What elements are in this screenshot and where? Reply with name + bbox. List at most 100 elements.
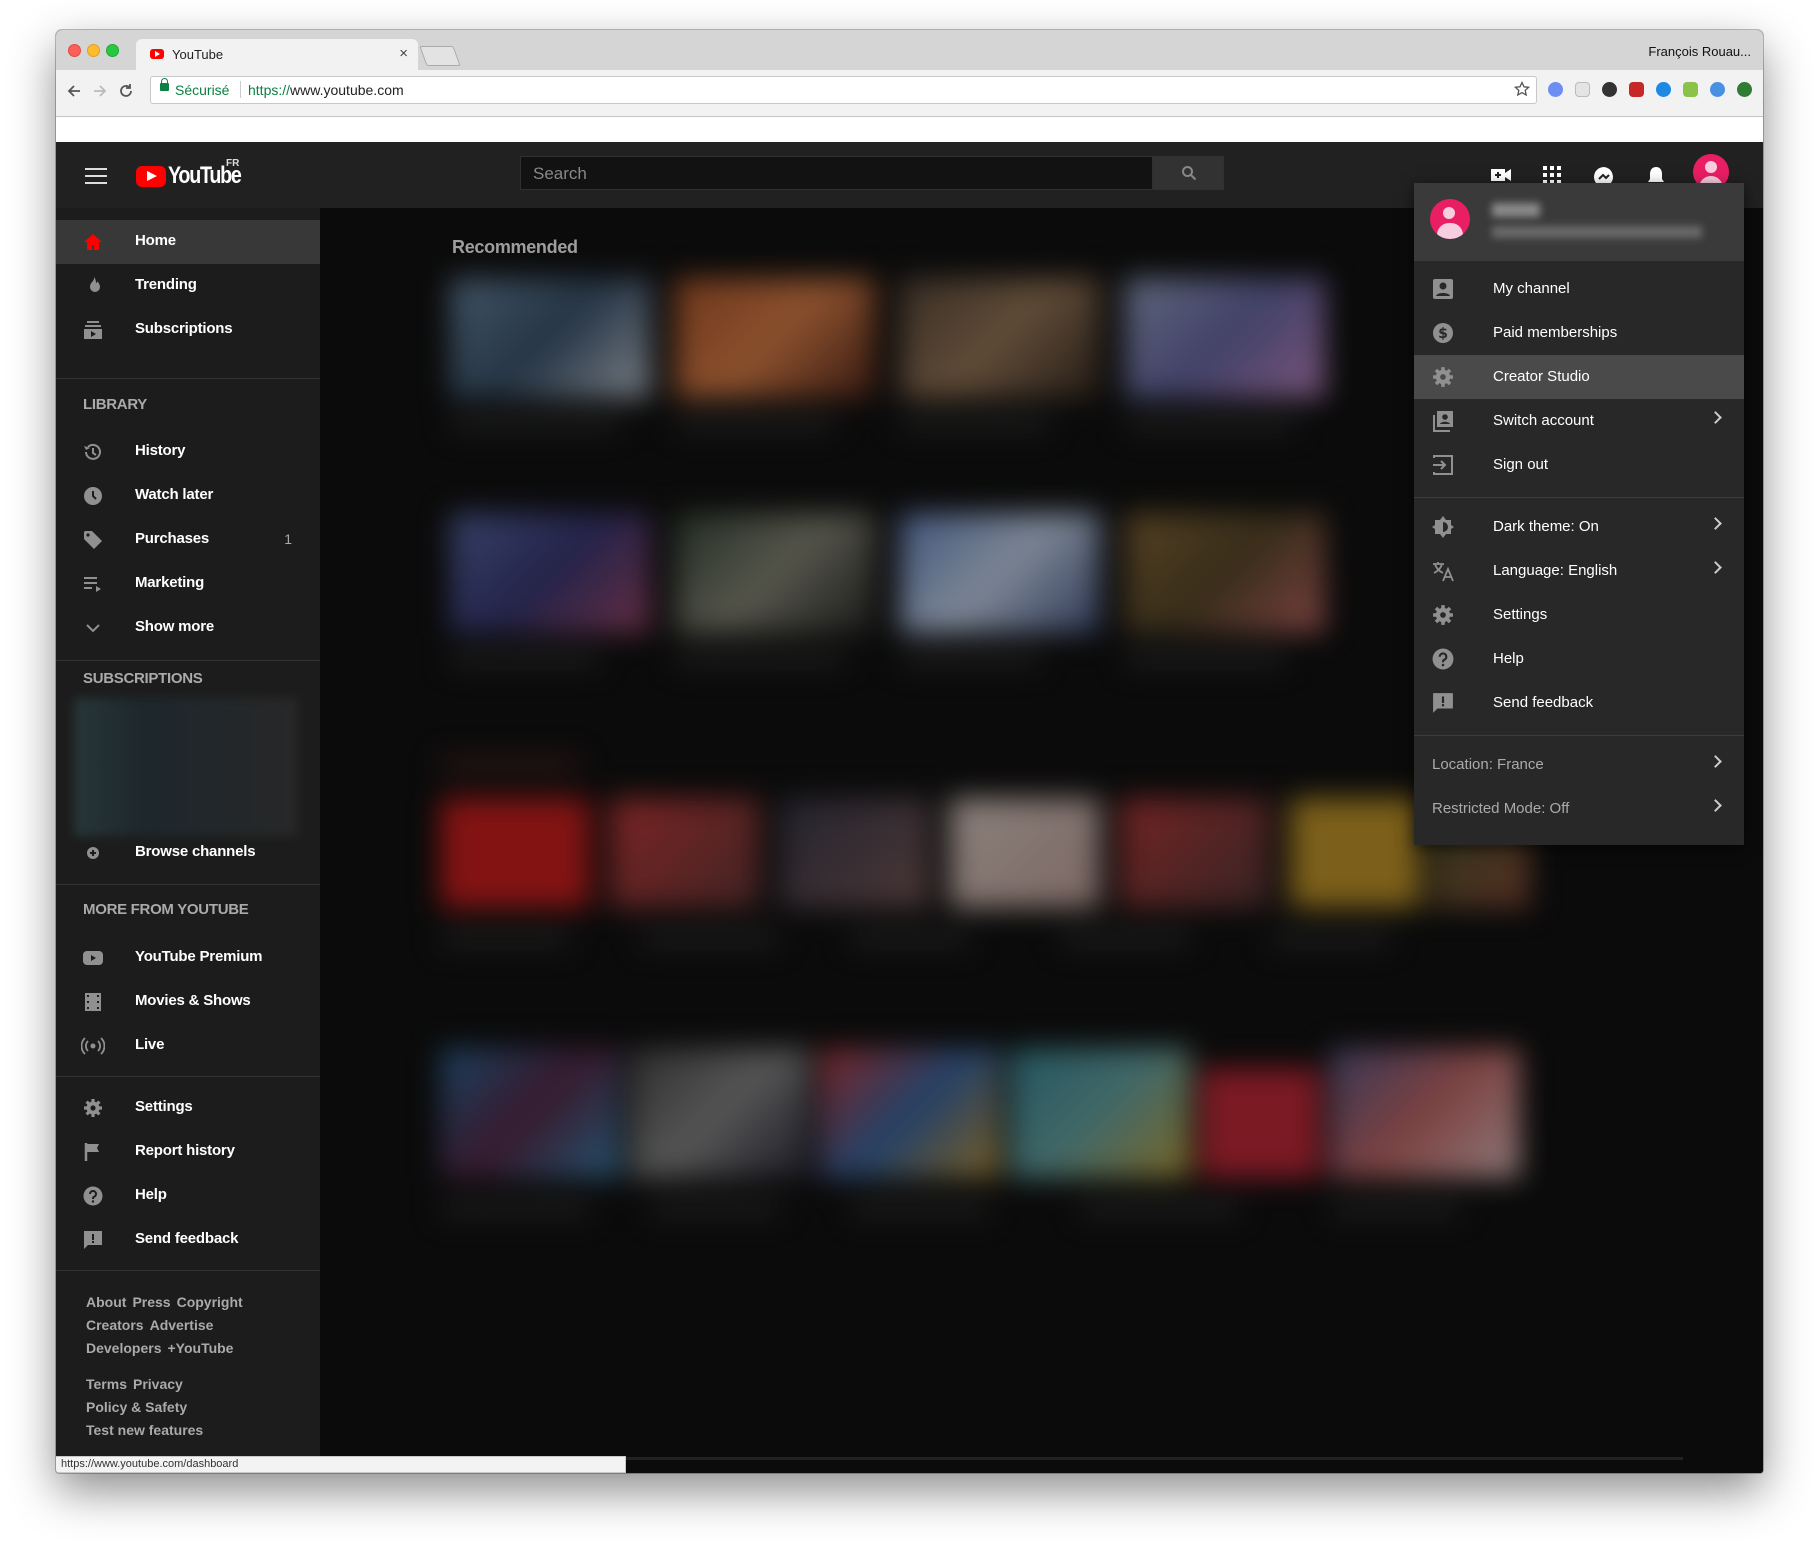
search-input[interactable]: Search: [520, 156, 1153, 190]
sidebar-item-home[interactable]: Home: [56, 220, 320, 264]
clock-icon: [84, 487, 102, 505]
account-menu-header: [1414, 183, 1744, 261]
footer-link-terms[interactable]: Terms: [86, 1376, 127, 1392]
bookmark-star-icon[interactable]: [1514, 81, 1530, 97]
sidebar-item-history[interactable]: History: [56, 430, 320, 474]
menu-item-my-channel[interactable]: My channel: [1414, 267, 1744, 311]
extension-7-icon[interactable]: [1710, 82, 1725, 97]
extension-3-icon[interactable]: [1602, 82, 1617, 97]
account-name-blurred: [1492, 203, 1540, 217]
sidebar-item-trending[interactable]: Trending: [56, 264, 320, 308]
footer-link-developers[interactable]: Developers: [86, 1340, 161, 1356]
menu-divider: [1414, 497, 1744, 498]
library-heading: LIBRARY: [83, 396, 148, 413]
browser-profile-name[interactable]: François Rouau...: [1648, 44, 1751, 59]
menu-item-sign-out[interactable]: Sign out: [1414, 443, 1744, 487]
menu-item-creator-studio[interactable]: Creator Studio: [1414, 355, 1744, 399]
sidebar-item-label: Purchases: [135, 530, 210, 547]
sidebar-item-marketing[interactable]: Marketing: [56, 562, 320, 606]
menu-item-dark-theme[interactable]: Dark theme: On: [1414, 505, 1744, 549]
footer-link-policy-safety[interactable]: Policy & Safety: [86, 1399, 187, 1415]
chevron-right-icon: [1709, 755, 1722, 768]
footer-link-press[interactable]: Press: [132, 1294, 170, 1310]
extension-4-icon[interactable]: [1629, 82, 1644, 97]
sidebar-item-label: Marketing: [135, 574, 205, 591]
sidebar-item-purchases[interactable]: Purchases 1: [56, 518, 320, 562]
sidebar-divider: [56, 1270, 320, 1271]
menu-item-language[interactable]: Language: English: [1414, 549, 1744, 593]
menu-item-label: Switch account: [1493, 412, 1594, 429]
menu-hamburger-icon[interactable]: [85, 168, 107, 189]
tab-strip: YouTube × François Rouau...: [56, 30, 1763, 70]
sidebar-item-label: Report history: [135, 1142, 235, 1159]
youtube-favicon-icon: [150, 49, 164, 59]
flame-icon: [90, 277, 100, 292]
sidebar-item-subscriptions[interactable]: Subscriptions: [56, 308, 320, 352]
sidebar-item-youtube-premium[interactable]: YouTube Premium: [56, 936, 320, 980]
sidebar-item-send-feedback[interactable]: Send feedback: [56, 1218, 320, 1262]
extension-5-icon[interactable]: [1656, 82, 1671, 97]
switch-account-icon: [1433, 411, 1453, 432]
account-email-blurred: [1492, 226, 1702, 238]
footer-link-creators[interactable]: Creators: [86, 1317, 144, 1333]
browser-tab[interactable]: YouTube ×: [136, 39, 418, 70]
menu-item-help[interactable]: Help: [1414, 637, 1744, 681]
sidebar-item-settings[interactable]: Settings: [56, 1086, 320, 1130]
forward-arrow-icon[interactable]: [92, 83, 108, 99]
url-text: https://www.youtube.com: [248, 82, 404, 98]
menu-item-paid-memberships[interactable]: $ Paid memberships: [1414, 311, 1744, 355]
extension-1-icon[interactable]: [1548, 82, 1563, 97]
window-close-button[interactable]: [68, 44, 81, 57]
back-arrow-icon[interactable]: [66, 83, 82, 99]
reload-icon[interactable]: [118, 83, 134, 99]
apps-grid-icon[interactable]: [1543, 166, 1561, 184]
sidebar-item-movies-shows[interactable]: Movies & Shows: [56, 980, 320, 1024]
menu-item-settings[interactable]: Settings: [1414, 593, 1744, 637]
sidebar-item-watch-later[interactable]: Watch later: [56, 474, 320, 518]
purchases-count: 1: [284, 531, 292, 547]
menu-item-label: Paid memberships: [1493, 324, 1618, 341]
subscriptions-list-blurred: [74, 698, 298, 836]
sidebar-item-report-history[interactable]: Report history: [56, 1130, 320, 1174]
address-bar[interactable]: Sécurisé https://www.youtube.com: [150, 76, 1537, 104]
menu-item-restricted-mode[interactable]: Restricted Mode: Off: [1414, 787, 1744, 831]
footer-link-privacy[interactable]: Privacy: [133, 1376, 183, 1392]
sidebar-item-label: Subscriptions: [135, 320, 233, 337]
tab-close-icon[interactable]: ×: [399, 45, 408, 62]
search-button[interactable]: [1153, 156, 1224, 190]
window-minimize-button[interactable]: [87, 44, 100, 57]
sidebar-item-help[interactable]: Help: [56, 1174, 320, 1218]
extension-8-icon[interactable]: [1737, 82, 1752, 97]
footer-link-test-new-features[interactable]: Test new features: [86, 1422, 203, 1438]
footer-link-advertise[interactable]: Advertise: [150, 1317, 214, 1333]
menu-item-label: Sign out: [1493, 456, 1549, 473]
footer-link-plus-youtube[interactable]: +YouTube: [167, 1340, 233, 1356]
history-icon: [84, 443, 101, 460]
sidebar-divider: [56, 884, 320, 885]
feedback-icon: [84, 1231, 102, 1249]
menu-item-label: Location: France: [1432, 756, 1544, 773]
add-circle-icon: [87, 847, 99, 859]
search-placeholder: Search: [533, 164, 587, 183]
sidebar-item-show-more[interactable]: Show more: [56, 606, 320, 650]
browser-toolbar: Sécurisé https://www.youtube.com: [56, 70, 1763, 117]
sidebar-item-label: Live: [135, 1036, 165, 1053]
subscriptions-icon: [84, 321, 102, 339]
extension-6-icon[interactable]: [1683, 82, 1698, 97]
sidebar-item-live[interactable]: Live: [56, 1024, 320, 1068]
translate-icon: [1433, 562, 1454, 582]
new-tab-button[interactable]: [419, 46, 461, 66]
youtube-logo-icon[interactable]: [136, 166, 166, 187]
sidebar-divider: [56, 1076, 320, 1077]
extension-2-icon[interactable]: [1575, 82, 1590, 97]
sidebar-item-label: Trending: [135, 276, 197, 293]
menu-item-location[interactable]: Location: France: [1414, 743, 1744, 787]
footer-link-copyright[interactable]: Copyright: [177, 1294, 243, 1310]
footer-link-about[interactable]: About: [86, 1294, 126, 1310]
menu-item-switch-account[interactable]: Switch account: [1414, 399, 1744, 443]
create-video-icon[interactable]: [1490, 166, 1512, 184]
menu-item-send-feedback[interactable]: Send feedback: [1414, 681, 1744, 725]
sidebar-item-label: Watch later: [135, 486, 214, 503]
window-maximize-button[interactable]: [106, 44, 119, 57]
sidebar-item-browse-channels[interactable]: Browse channels: [56, 831, 320, 875]
